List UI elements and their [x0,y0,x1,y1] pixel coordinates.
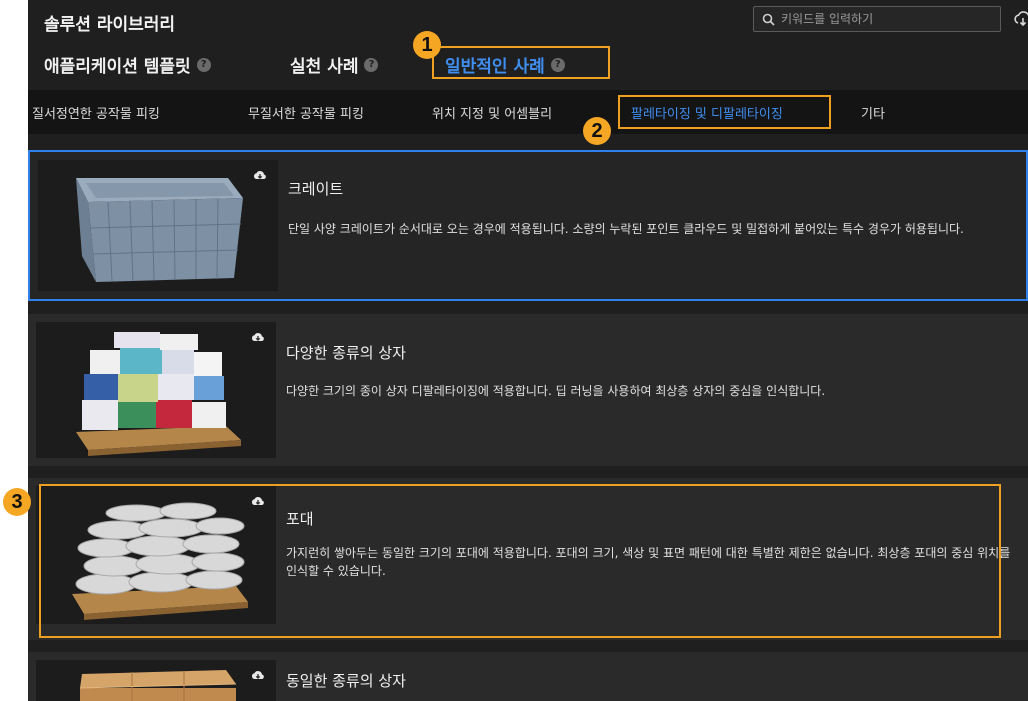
download-cloud-icon[interactable] [251,669,265,681]
search-icon [762,13,775,26]
step-badge-1: 1 [413,31,441,59]
solution-library-window: 솔루션 라이브러리 애플리케이션 템플릿 ? 실천 사례 ? 일반적인 사례 ?… [28,0,1028,701]
highlight-box-palletizing [618,95,831,129]
card-description: 다양한 크기의 종이 상자 디팔레타이징에 적용합니다. 딥 러닝을 사용하여 … [286,384,826,398]
cloud-sync-icon[interactable] [1013,8,1028,28]
tab-practice-cases[interactable]: 실천 사례 ? [290,52,379,77]
mixed-boxes-image [36,322,276,458]
category-random-picking[interactable]: 무질서한 공작물 피킹 [248,103,364,122]
card-title: 포대 [286,510,314,528]
card-description: 단일 사양 크레이트가 순서대로 오는 경우에 적용됩니다. 소량의 누락된 포… [288,222,964,236]
card-title: 크레이트 [288,180,344,198]
page-title: 솔루션 라이브러리 [44,15,176,35]
solution-card-uniform-boxes[interactable]: 동일한 종류의 상자 [28,652,1028,701]
tab-label: 실천 사례 [290,57,359,77]
download-cloud-icon[interactable] [251,495,265,507]
tab-label: 애플리케이션 템플릿 [44,57,191,77]
card-title: 동일한 종류의 상자 [286,672,406,690]
sacks-image [36,486,276,624]
help-icon[interactable]: ? [364,57,379,72]
crate-image [38,160,278,291]
category-other[interactable]: 기타 [861,103,885,122]
category-positioning-assembly[interactable]: 위치 지정 및 어셈블리 [432,103,552,122]
help-icon[interactable]: ? [196,57,211,72]
solution-card-crate[interactable]: 크레이트 단일 사양 크레이트가 순서대로 오는 경우에 적용됩니다. 소량의 … [28,150,1028,301]
search-input[interactable] [781,12,981,26]
tab-application-templates[interactable]: 애플리케이션 템플릿 ? [44,52,211,77]
card-description: 가지런히 쌓아두는 동일한 크기의 포대에 적용합니다. 포대의 크기, 색상 … [286,546,1011,578]
category-bar: 질서정연한 공작물 피킹 무질서한 공작물 피킹 위치 지정 및 어셈블리 팔레… [28,90,1028,134]
uniform-boxes-image [36,660,276,701]
highlight-box-general-cases [432,46,610,79]
step-badge-3: 3 [3,488,31,516]
download-cloud-icon[interactable] [251,331,265,343]
category-ordered-picking[interactable]: 질서정연한 공작물 피킹 [32,103,160,122]
card-title: 다양한 종류의 상자 [286,344,406,362]
download-cloud-icon[interactable] [253,169,267,181]
search-box[interactable] [753,6,1001,32]
step-badge-2: 2 [583,117,611,145]
solution-card-sacks[interactable]: 포대 가지런히 쌓아두는 동일한 크기의 포대에 적용합니다. 포대의 크기, … [28,478,1028,640]
solution-card-mixed-boxes[interactable]: 다양한 종류의 상자 다양한 크기의 종이 상자 디팔레타이징에 적용합니다. … [28,314,1028,466]
